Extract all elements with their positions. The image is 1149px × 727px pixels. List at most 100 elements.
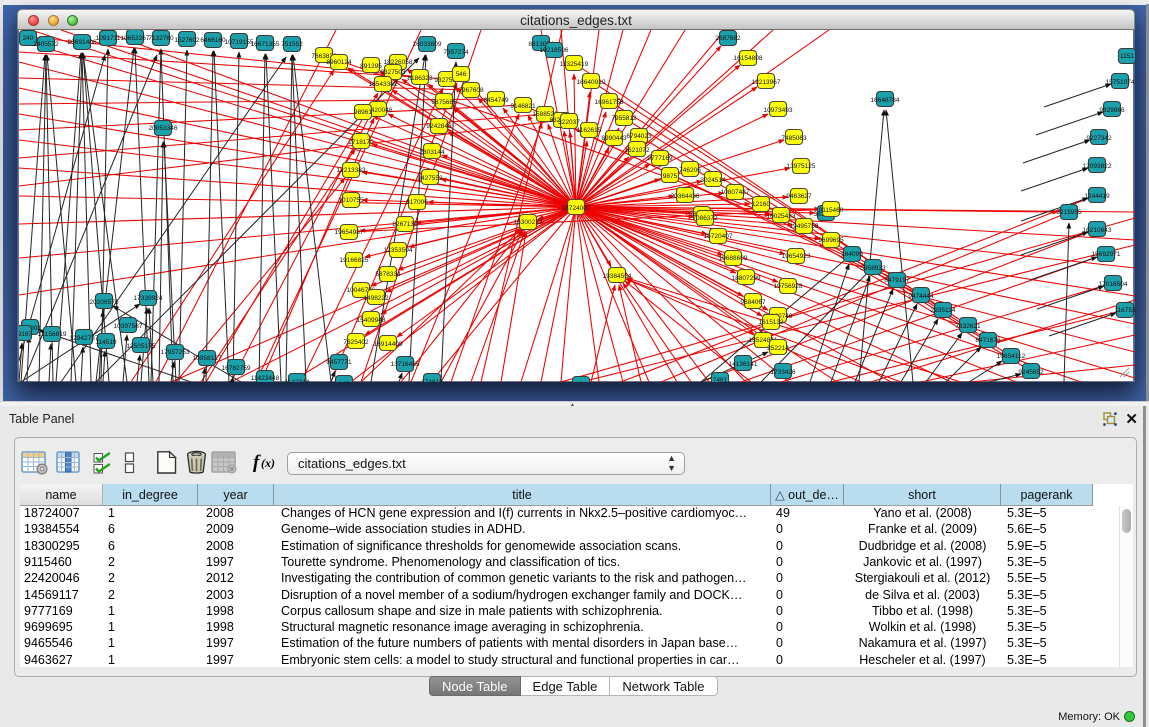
svg-text:10807487: 10807487 (721, 189, 750, 196)
svg-text:15692971: 15692971 (1092, 251, 1121, 258)
svg-text:9227342: 9227342 (1086, 135, 1112, 142)
svg-text:10397587: 10397587 (114, 323, 143, 330)
svg-text:19756928: 19756928 (774, 283, 803, 290)
svg-text:12353594: 12353594 (384, 247, 413, 254)
svg-text:7632621: 7632621 (955, 323, 981, 330)
svg-text:114519: 114519 (95, 339, 117, 346)
svg-text:9242843: 9242843 (426, 123, 452, 130)
svg-text:9245652: 9245652 (1018, 369, 1044, 376)
svg-text:240: 240 (23, 35, 34, 42)
svg-text:1498222: 1498222 (363, 295, 389, 302)
svg-text:13975125: 13975125 (787, 163, 816, 170)
svg-text:13716485: 13716485 (391, 361, 420, 368)
svg-text:8267130: 8267130 (392, 221, 418, 228)
svg-text:7485063: 7485063 (781, 135, 807, 142)
svg-text:10973493: 10973493 (764, 107, 793, 114)
svg-text:8990443: 8990443 (601, 135, 627, 142)
svg-text:6794023: 6794023 (626, 133, 652, 140)
svg-text:9115460: 9115460 (819, 207, 844, 214)
svg-text:891295: 891295 (360, 63, 382, 70)
svg-text:16154808: 16154808 (734, 55, 763, 62)
svg-text:8960124: 8960124 (326, 59, 352, 66)
svg-text:5878334: 5878334 (375, 271, 401, 278)
svg-text:10653267: 10653267 (121, 35, 150, 42)
svg-text:1151: 1151 (1120, 53, 1134, 60)
svg-text:9699695: 9699695 (818, 237, 844, 244)
svg-text:20206576: 20206576 (90, 299, 119, 306)
svg-text:98961: 98961 (354, 109, 372, 116)
svg-text:3215955: 3215955 (1056, 209, 1082, 216)
svg-text:12160: 12160 (752, 201, 770, 208)
svg-text:7955812: 7955812 (611, 115, 637, 122)
svg-text:1615132: 1615132 (758, 319, 784, 326)
svg-text:8471676: 8471676 (975, 337, 1001, 344)
svg-text:174619: 174619 (421, 379, 443, 382)
svg-text:16033809: 16033809 (413, 41, 442, 48)
svg-text:20053346: 20053346 (149, 125, 178, 132)
svg-text:817006: 817006 (406, 199, 428, 206)
svg-text:16210643: 16210643 (1083, 227, 1112, 234)
svg-text:7625402: 7625402 (343, 339, 369, 346)
svg-text:1142344: 1142344 (285, 379, 310, 382)
svg-text:9875685: 9875685 (431, 99, 457, 106)
svg-text:16671355: 16671355 (251, 41, 280, 48)
svg-text:546: 546 (456, 71, 467, 78)
svg-text:7132760: 7132760 (148, 35, 174, 42)
svg-text:20691406: 20691406 (68, 39, 97, 46)
svg-text:18807299: 18807299 (732, 275, 761, 282)
svg-text:18724007: 18724007 (562, 205, 591, 212)
svg-text:11423448: 11423448 (251, 375, 280, 382)
svg-text:15751074: 15751074 (1106, 79, 1135, 86)
svg-text:1733426: 1733426 (770, 369, 796, 376)
svg-text:9777169: 9777169 (647, 155, 673, 162)
svg-text:164: 164 (576, 381, 587, 382)
svg-text:164095: 164095 (841, 251, 863, 258)
svg-text:20364436: 20364436 (671, 193, 700, 200)
svg-text:12505175: 12505175 (127, 343, 156, 350)
svg-text:(x): (x) (261, 456, 275, 470)
svg-text:14136141: 14136141 (729, 361, 758, 368)
svg-text:7461: 7461 (713, 377, 728, 382)
svg-text:16961758: 16961758 (595, 99, 624, 106)
svg-text:9875: 9875 (663, 173, 678, 180)
svg-text:6466160: 6466160 (200, 37, 226, 44)
svg-text:6479197: 6479197 (884, 277, 910, 284)
svg-text:16543382: 16543382 (369, 81, 398, 88)
svg-text:19654923: 19654923 (782, 253, 811, 260)
svg-text:19218506: 19218506 (540, 47, 569, 54)
svg-text:2803144: 2803144 (419, 149, 445, 156)
svg-text:16914409: 16914409 (374, 341, 403, 348)
svg-text:8186323: 8186323 (407, 75, 433, 82)
svg-text:12213383: 12213383 (337, 167, 366, 174)
svg-text:1244419: 1244419 (1084, 193, 1110, 200)
svg-text:19166825: 19166825 (340, 257, 369, 264)
svg-text:17339924: 17339924 (134, 295, 163, 302)
svg-text:9684067: 9684067 (740, 299, 766, 306)
svg-text:10958127: 10958127 (193, 355, 222, 362)
svg-text:1162615: 1162615 (577, 127, 602, 134)
svg-text:9474444: 9474444 (908, 293, 934, 300)
svg-text:1010755: 1010755 (338, 197, 364, 204)
svg-text:10025433: 10025433 (767, 213, 796, 220)
svg-text:12156819: 12156819 (38, 331, 67, 338)
svg-text:f: f (253, 452, 261, 473)
svg-text:1527602: 1527602 (174, 37, 200, 44)
svg-text:10719155: 10719155 (225, 39, 254, 46)
svg-text:945: 945 (339, 381, 350, 382)
svg-text:19654987: 19654987 (335, 229, 364, 236)
svg-text:15300273: 15300273 (514, 219, 543, 226)
svg-text:322037: 322037 (558, 119, 580, 126)
svg-text:8427552: 8427552 (417, 175, 443, 182)
svg-text:16648784: 16648784 (871, 97, 900, 104)
svg-text:2935114: 2935114 (931, 307, 956, 314)
svg-text:2405572: 2405572 (33, 41, 59, 48)
svg-text:9146821: 9146821 (510, 103, 536, 110)
svg-text:7357274: 7357274 (443, 49, 469, 56)
svg-text:751552: 751552 (281, 41, 303, 48)
svg-text:15720407: 15720407 (704, 233, 733, 240)
svg-text:17957253: 17957253 (161, 349, 190, 356)
svg-text:9329966: 9329966 (1099, 107, 1125, 114)
svg-text:12213967: 12213967 (752, 79, 781, 86)
svg-text:3024514: 3024514 (700, 177, 726, 184)
svg-text:18640910: 18640910 (577, 79, 606, 86)
